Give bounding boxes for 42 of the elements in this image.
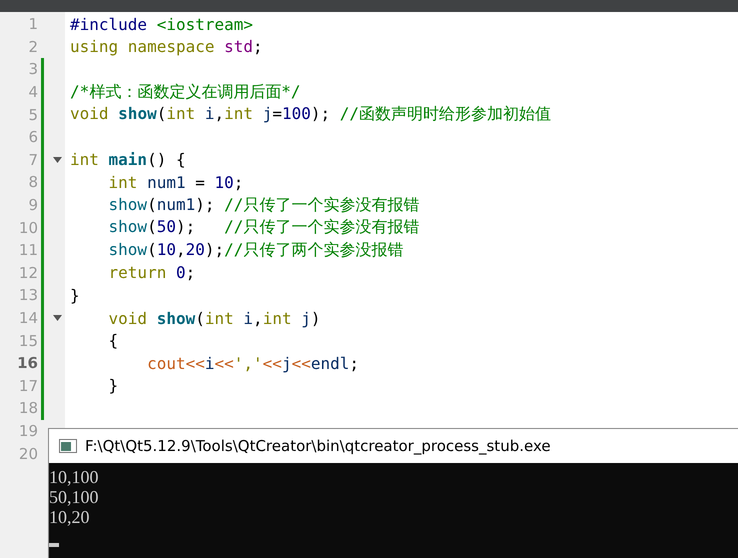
code-line: { (108, 331, 118, 350)
code-line: /*样式：函数定义在调用后面*/ (70, 82, 301, 103)
line-number: 5 (27, 106, 38, 124)
line-number: 17 (18, 376, 38, 395)
line-number: 14 (18, 309, 38, 328)
console-icon (59, 439, 77, 453)
line-number: 20 (18, 444, 38, 463)
window-title: F:\Qt\Qt5.12.9\Tools\QtCreator\bin\qtcreator_process_stub.exe (85, 437, 551, 455)
line-number: 13 (18, 286, 38, 304)
code-line: int num1 = 10; (108, 172, 244, 192)
console-output-line: 50,100 (49, 487, 100, 507)
code-line: show(50); //只传了一个实参没有报错 (108, 217, 420, 238)
code-line: cout<<i<<','<<j<<endl; (146, 354, 360, 373)
line-number: 9 (27, 196, 38, 214)
code-line: #include <iostream> (70, 14, 254, 34)
code-line: using namespace std; (70, 37, 263, 56)
line-number: 15 (18, 332, 38, 350)
code-line: } (70, 286, 80, 305)
line-number: 12 (18, 264, 38, 282)
console-output-line: 10,100 (49, 467, 100, 487)
fold-arrow-icon[interactable] (52, 315, 62, 322)
code-line: show(num1); //只传了一个实参没有报错 (108, 194, 420, 216)
code-line: return 0; (108, 263, 196, 282)
code-line: void show(int i,int j=100); //函数声明时给形参加初始值 (70, 104, 552, 126)
line-number: 16 (16, 354, 38, 372)
console-output-line: 10,20 (49, 507, 90, 527)
line-number: 2 (27, 38, 38, 56)
line-number: 4 (27, 83, 38, 102)
code-line: void show(int i,int j) (108, 308, 320, 328)
line-number: 8 (27, 173, 38, 192)
code-line: } (108, 376, 118, 396)
code-line: int main() { (70, 150, 186, 170)
line-number: 19 (18, 422, 38, 440)
line-number: 3 (27, 60, 38, 78)
line-number: 11 (18, 241, 38, 260)
line-number: 6 (27, 128, 38, 146)
code-line: show(10,20);//只传了两个实参没报错 (108, 240, 404, 261)
line-number: 18 (18, 399, 38, 418)
line-number: 1 (27, 15, 38, 34)
line-number: 7 (27, 150, 38, 169)
fold-arrow-icon[interactable] (52, 156, 62, 163)
line-number: 10 (18, 218, 38, 237)
